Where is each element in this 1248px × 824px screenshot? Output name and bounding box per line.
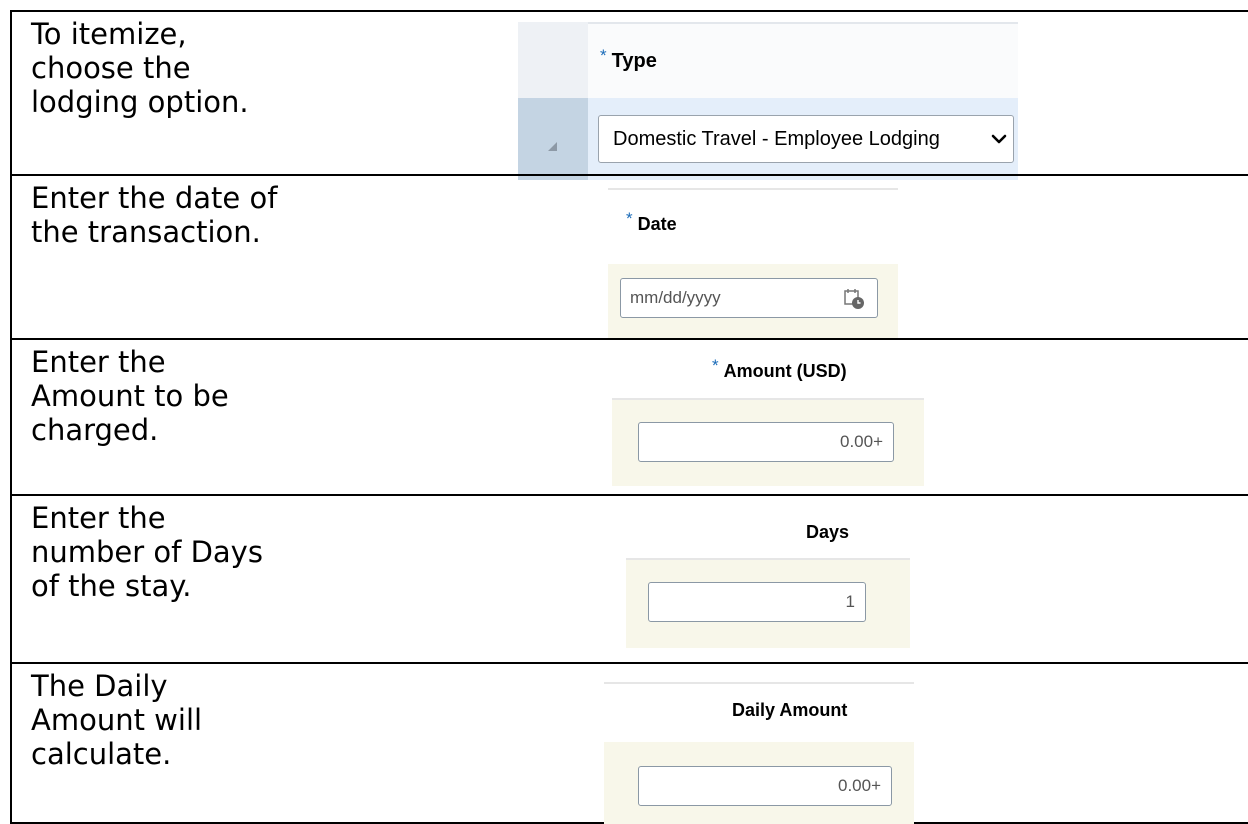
amount-value: 0.00+ xyxy=(839,432,883,451)
required-asterisk: * xyxy=(600,46,607,65)
daily-amount-value: 0.00+ xyxy=(837,776,881,795)
required-asterisk: * xyxy=(712,356,719,375)
daily-amount-label: Daily Amount xyxy=(732,700,848,720)
required-asterisk: * xyxy=(626,209,633,228)
instruction-row-amount: Enter the Amount to be charged. * Amount … xyxy=(10,338,1248,494)
days-input[interactable]: 1 xyxy=(648,582,866,622)
date-field-background: mm/dd/yyyy xyxy=(608,264,898,340)
date-placeholder: mm/dd/yyyy xyxy=(630,288,721,307)
daily-amount-field-background: 0.00+ xyxy=(604,742,914,824)
date-label: Date xyxy=(637,214,677,234)
row-selector[interactable] xyxy=(518,98,588,180)
chevron-down-icon xyxy=(991,134,1007,144)
instruction-text: Enter the date of the transaction. xyxy=(31,181,278,249)
amount-field-panel: * Amount (USD) 0.00+ xyxy=(612,348,924,488)
days-label: Days xyxy=(806,522,850,542)
days-value: 1 xyxy=(845,592,855,611)
instruction-text: To itemize, choose the lodging option. xyxy=(31,17,249,119)
date-field-panel: * Date mm/dd/yyyy xyxy=(608,188,898,340)
instruction-row-date: Enter the date of the transaction. * Date… xyxy=(10,174,1248,340)
column-header-stub xyxy=(518,22,588,98)
type-select[interactable]: Domestic Travel - Employee Lodging xyxy=(598,115,1014,163)
days-field-background: 1 xyxy=(626,560,910,648)
instruction-text: Enter the number of Days of the stay. xyxy=(31,501,263,603)
instruction-row-type: To itemize, choose the lodging option. *… xyxy=(10,10,1248,180)
amount-label: Amount (USD) xyxy=(723,361,847,381)
amount-field-background: 0.00+ xyxy=(612,400,924,486)
type-column-header: * Type xyxy=(588,22,1018,98)
type-select-value: Domestic Travel - Employee Lodging xyxy=(613,128,940,150)
type-label: Type xyxy=(611,50,657,72)
days-field-panel: Days 1 xyxy=(626,510,910,660)
instruction-text: The Daily Amount will calculate. xyxy=(31,669,203,771)
row-expand-triangle-icon xyxy=(548,142,557,151)
type-field-cell: Domestic Travel - Employee Lodging xyxy=(588,98,1018,180)
daily-amount-input[interactable]: 0.00+ xyxy=(638,766,892,806)
daily-amount-field-panel: Daily Amount 0.00+ xyxy=(604,682,914,824)
instruction-text: Enter the Amount to be charged. xyxy=(31,345,229,447)
instruction-row-daily-amount: The Daily Amount will calculate. Daily A… xyxy=(10,662,1248,824)
instruction-row-days: Enter the number of Days of the stay. Da… xyxy=(10,494,1248,662)
type-field-panel: * Type Domestic Travel - Employee Lodging xyxy=(518,22,1018,180)
date-input[interactable]: mm/dd/yyyy xyxy=(620,278,878,318)
amount-input[interactable]: 0.00+ xyxy=(638,422,894,462)
calendar-icon[interactable] xyxy=(843,288,865,310)
